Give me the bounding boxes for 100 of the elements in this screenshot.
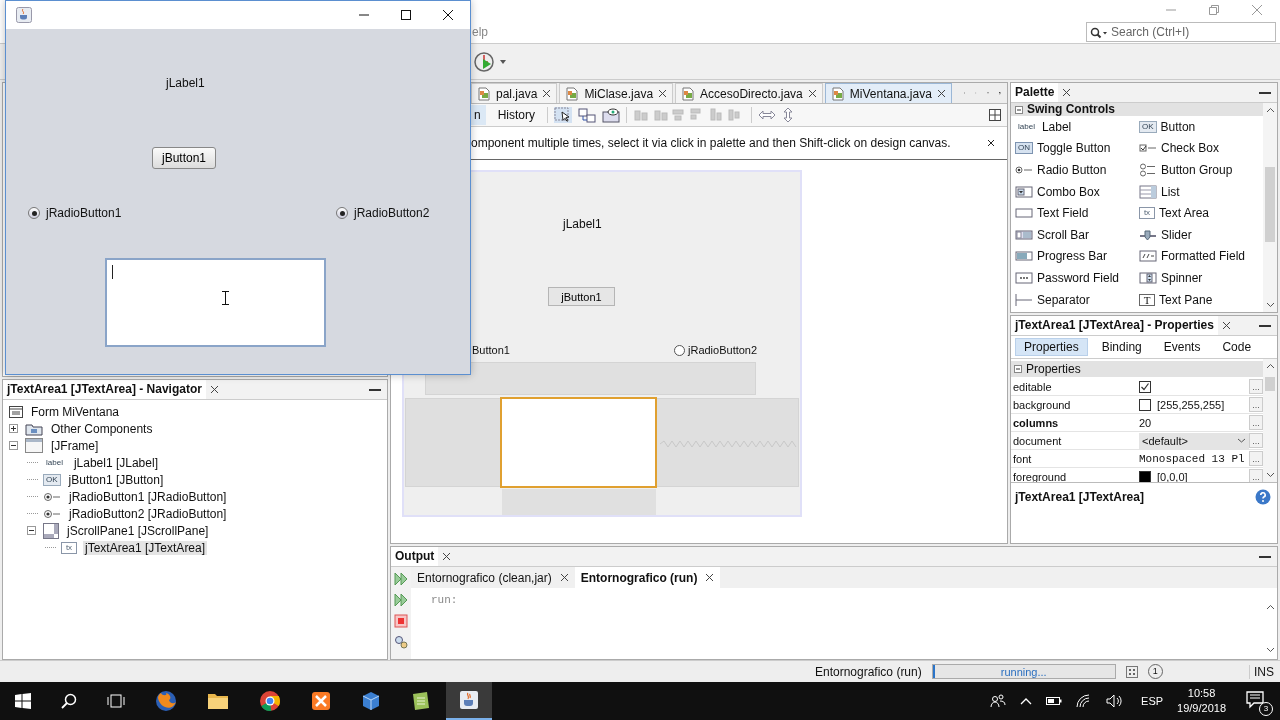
palette-item[interactable]: Button Group xyxy=(1139,163,1263,177)
edit-button[interactable]: ... xyxy=(1249,433,1263,448)
notification-icon[interactable] xyxy=(1246,690,1266,709)
collapse-icon[interactable] xyxy=(1014,365,1022,373)
tree-item[interactable]: [JFrame] xyxy=(49,438,101,453)
radio-button[interactable]: jRadioButton2 xyxy=(336,206,430,220)
palette-item[interactable]: List xyxy=(1139,184,1263,199)
menu-item[interactable]: elp xyxy=(472,24,488,39)
selection-mode-icon[interactable] xyxy=(554,107,573,123)
minimize-icon[interactable] xyxy=(1259,90,1271,95)
radio-button-component[interactable]: Button1 xyxy=(472,344,510,356)
palette-item[interactable]: Text Field xyxy=(1015,206,1139,221)
tree-item[interactable]: jButton1 [JButton] xyxy=(66,472,166,487)
close-icon[interactable] xyxy=(442,552,452,561)
scroll-up-icon[interactable] xyxy=(1265,107,1275,113)
palette-item[interactable]: label Label xyxy=(1015,119,1139,134)
task-view-icon[interactable] xyxy=(107,694,125,708)
tree-item[interactable]: jTextArea1 [JTextArea] xyxy=(83,540,208,555)
button-component[interactable]: jButton1 xyxy=(548,287,615,306)
horizontal-resize-icon[interactable] xyxy=(758,109,777,121)
language-indicator[interactable]: ESP xyxy=(1141,695,1164,707)
scroll-down-icon[interactable] xyxy=(1265,302,1275,308)
start-icon[interactable] xyxy=(15,693,31,709)
people-icon[interactable] xyxy=(990,694,1007,708)
file-tab[interactable]: MiClase.java xyxy=(559,83,674,103)
cube-icon[interactable] xyxy=(361,691,381,711)
section-header[interactable]: Swing Controls xyxy=(1011,103,1263,116)
close-icon[interactable] xyxy=(209,385,219,394)
edit-button[interactable]: ... xyxy=(1249,397,1263,412)
rerun-icon[interactable] xyxy=(394,593,408,607)
view-tab[interactable]: History xyxy=(491,105,542,125)
property-value[interactable]: [0,0,0] xyxy=(1157,470,1188,482)
fox-globe-icon[interactable] xyxy=(155,690,177,712)
vertical-resize-icon[interactable] xyxy=(782,107,795,123)
minimize-icon[interactable] xyxy=(1259,323,1271,328)
app-button[interactable]: jButton1 xyxy=(152,147,216,169)
close-icon[interactable] xyxy=(559,573,569,582)
cancel-icon[interactable] xyxy=(1125,665,1138,678)
property-value[interactable]: Monospaced 13 Pl xyxy=(1139,452,1245,465)
preview-icon[interactable] xyxy=(602,107,621,123)
minimize-icon[interactable] xyxy=(1259,554,1271,559)
palette-item[interactable]: Combo Box xyxy=(1015,184,1139,199)
close-icon[interactable] xyxy=(807,89,817,98)
expander-icon[interactable] xyxy=(9,441,18,450)
panel-tab[interactable]: jTextArea1 [JTextArea] - Properties xyxy=(1011,316,1218,335)
tree-item[interactable]: jScrollPane1 [JScrollPane] xyxy=(65,523,211,538)
grid-icon[interactable] xyxy=(989,109,1001,121)
tree-item[interactable]: Other Components xyxy=(49,421,155,436)
folder-icon[interactable] xyxy=(207,692,229,710)
expander-icon[interactable] xyxy=(9,424,18,433)
properties-tab[interactable]: Code xyxy=(1214,338,1260,356)
checkbox[interactable] xyxy=(1139,380,1151,393)
tree-item[interactable]: Form MiVentana xyxy=(29,404,122,419)
clock[interactable]: 10:58 19/9/2018 xyxy=(1177,686,1226,716)
taskbar-app[interactable] xyxy=(446,682,492,720)
scrollbar-thumb[interactable] xyxy=(1265,377,1275,391)
edit-button[interactable]: ... xyxy=(1249,469,1263,482)
label-component[interactable]: jLabel1 xyxy=(563,217,602,231)
panel-tab[interactable]: Palette xyxy=(1011,83,1059,102)
palette-item[interactable]: Scroll Bar xyxy=(1015,227,1139,242)
rerun-icon[interactable] xyxy=(394,572,408,586)
search-field[interactable]: Search (Ctrl+I) xyxy=(1086,21,1276,42)
palette-item[interactable]: ON Toggle Button xyxy=(1015,141,1139,156)
tree-item[interactable]: jRadioButton1 [JRadioButton] xyxy=(67,489,229,504)
scroll-up-icon[interactable] xyxy=(1265,363,1275,369)
radio-button-component[interactable]: jRadioButton2 xyxy=(674,344,758,356)
tree-item[interactable]: jRadioButton2 [JRadioButton] xyxy=(67,506,229,521)
view-tab[interactable]: n xyxy=(471,105,486,125)
palette-item[interactable]: Formatted Field xyxy=(1139,249,1263,264)
close-icon[interactable] xyxy=(987,139,995,147)
palette-item[interactable]: Spinner xyxy=(1139,270,1263,285)
palette-item[interactable]: T Text Pane xyxy=(1139,292,1263,307)
volume-icon[interactable] xyxy=(1106,694,1125,708)
palette-item[interactable]: Slider xyxy=(1139,227,1263,242)
file-tab[interactable]: AccesoDirecto.java xyxy=(675,83,823,103)
edit-button[interactable]: ... xyxy=(1249,379,1263,394)
scrollbar-thumb[interactable] xyxy=(1265,167,1275,242)
close-icon[interactable] xyxy=(936,89,946,98)
chevron-up-icon[interactable] xyxy=(1020,697,1033,705)
radio-button[interactable]: jRadioButton1 xyxy=(28,206,122,220)
close-icon[interactable] xyxy=(542,89,552,98)
minimize-icon[interactable] xyxy=(369,387,381,392)
console-tab[interactable]: Entornografico (run) xyxy=(574,567,721,588)
panel-tab[interactable]: Output xyxy=(391,547,439,566)
help-icon[interactable] xyxy=(1255,489,1271,505)
palette-item[interactable]: tx Text Area xyxy=(1139,206,1263,221)
expander-icon[interactable] xyxy=(27,526,36,535)
caret-icon[interactable] xyxy=(499,58,507,65)
palette-item[interactable]: Password Field xyxy=(1015,270,1139,285)
palette-item[interactable]: OK Button xyxy=(1139,119,1263,134)
battery-icon[interactable] xyxy=(1046,696,1063,706)
properties-tab[interactable]: Events xyxy=(1155,338,1209,356)
close-icon[interactable] xyxy=(1221,321,1231,330)
tree-item[interactable]: jLabel1 [JLabel] xyxy=(71,455,160,470)
scroll-down-icon[interactable] xyxy=(1265,647,1275,653)
profile-icon[interactable] xyxy=(473,50,495,73)
file-tab[interactable]: pal.java xyxy=(471,83,558,103)
palette-item[interactable]: Radio Button xyxy=(1015,163,1139,177)
close-icon[interactable] xyxy=(705,573,715,582)
spreadsheet-icon[interactable] xyxy=(411,691,431,711)
